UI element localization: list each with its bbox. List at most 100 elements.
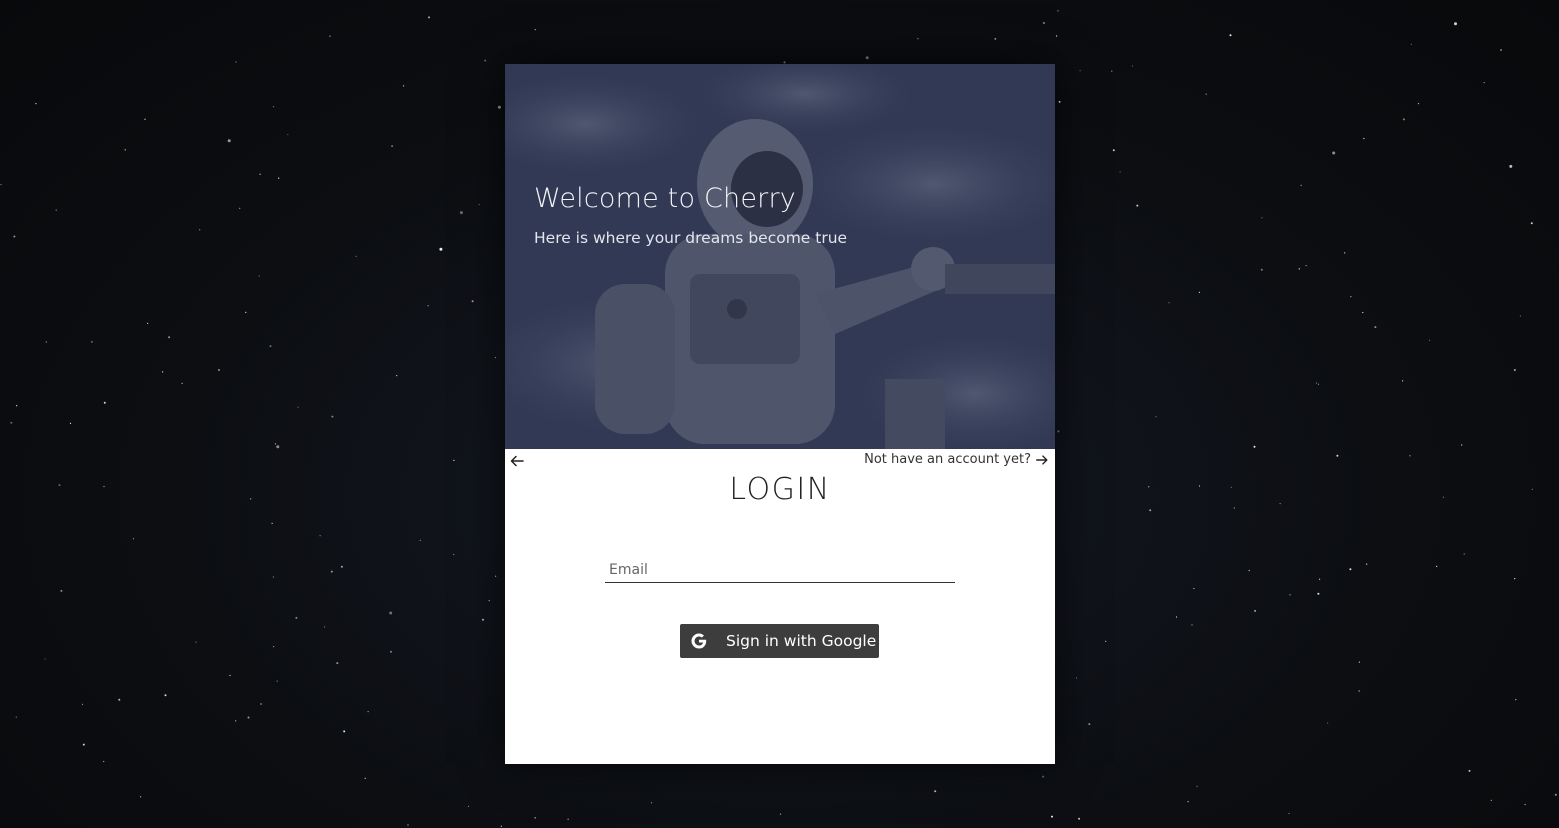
star (1191, 624, 1193, 626)
google-signin-label: Sign in with Google (726, 632, 877, 650)
star (258, 275, 260, 277)
star (55, 209, 57, 211)
star (1317, 383, 1320, 385)
star (273, 646, 275, 648)
star (1344, 252, 1346, 254)
star (1417, 103, 1420, 105)
google-icon (690, 632, 708, 650)
star (103, 401, 106, 404)
star (471, 300, 474, 303)
star (218, 369, 220, 371)
star (1366, 563, 1368, 565)
star (1119, 171, 1121, 173)
star (1363, 137, 1365, 140)
star (389, 611, 393, 615)
star (500, 825, 502, 827)
star (1402, 118, 1405, 121)
google-signin-button[interactable]: Sign in with Google (680, 624, 879, 658)
star (44, 658, 46, 660)
star (118, 698, 121, 701)
star (103, 760, 105, 763)
star (1305, 265, 1307, 267)
star (250, 498, 252, 500)
star (1149, 509, 1152, 512)
star (1531, 488, 1533, 490)
star (259, 173, 261, 175)
star (427, 305, 429, 307)
star (199, 229, 201, 231)
star (287, 133, 289, 136)
star (1229, 34, 1232, 37)
star (1500, 49, 1502, 51)
star (45, 341, 47, 343)
star (419, 539, 421, 541)
star (1196, 785, 1198, 787)
star (428, 16, 430, 19)
star (229, 674, 231, 677)
star (276, 445, 280, 449)
star (650, 802, 653, 804)
star (1057, 10, 1059, 12)
star (1233, 507, 1235, 509)
star (162, 371, 164, 373)
star (917, 38, 919, 40)
star (245, 311, 247, 313)
signup-link[interactable]: Not have an account yet? (864, 452, 1049, 467)
star (1261, 217, 1263, 219)
star (247, 716, 250, 719)
star (1198, 485, 1201, 487)
star (1519, 315, 1521, 317)
star (407, 824, 409, 826)
star (1288, 812, 1290, 815)
star (1112, 149, 1115, 152)
star (276, 680, 278, 682)
star (260, 703, 263, 705)
email-field[interactable] (605, 557, 955, 583)
star (1436, 565, 1438, 568)
star (1131, 65, 1134, 67)
star (495, 575, 497, 577)
star (147, 322, 149, 324)
star (1514, 578, 1516, 580)
star (1057, 430, 1060, 433)
star (567, 818, 569, 820)
star (364, 777, 366, 780)
star (1289, 594, 1291, 596)
star (278, 177, 280, 179)
star (396, 375, 398, 377)
login-title: LOGIN (729, 472, 831, 507)
star (1079, 70, 1081, 72)
star (269, 345, 272, 348)
star (340, 565, 343, 568)
hero-banner: Welcome to Cherry Here is where your dre… (505, 64, 1055, 449)
arrow-left-icon[interactable] (509, 453, 525, 469)
star (1205, 93, 1207, 95)
star (1175, 616, 1178, 618)
star (13, 235, 16, 238)
star (1298, 268, 1300, 270)
star (439, 247, 443, 251)
star (482, 618, 484, 621)
star (1374, 326, 1377, 329)
star (453, 459, 455, 461)
star (1254, 609, 1257, 612)
star (1336, 454, 1339, 457)
star (1075, 677, 1078, 679)
star (1253, 445, 1256, 448)
star (484, 59, 487, 62)
star (168, 336, 171, 339)
star (1515, 699, 1517, 701)
star (1513, 369, 1516, 371)
star (272, 106, 275, 108)
star (1402, 380, 1404, 382)
star (497, 105, 501, 109)
star (1350, 296, 1352, 298)
star (1056, 35, 1058, 37)
star (403, 85, 405, 87)
star (1111, 70, 1113, 72)
star (324, 626, 326, 628)
star (132, 538, 134, 540)
login-card: Welcome to Cherry Here is where your dre… (505, 64, 1055, 764)
star (1155, 416, 1157, 418)
star (355, 255, 357, 257)
